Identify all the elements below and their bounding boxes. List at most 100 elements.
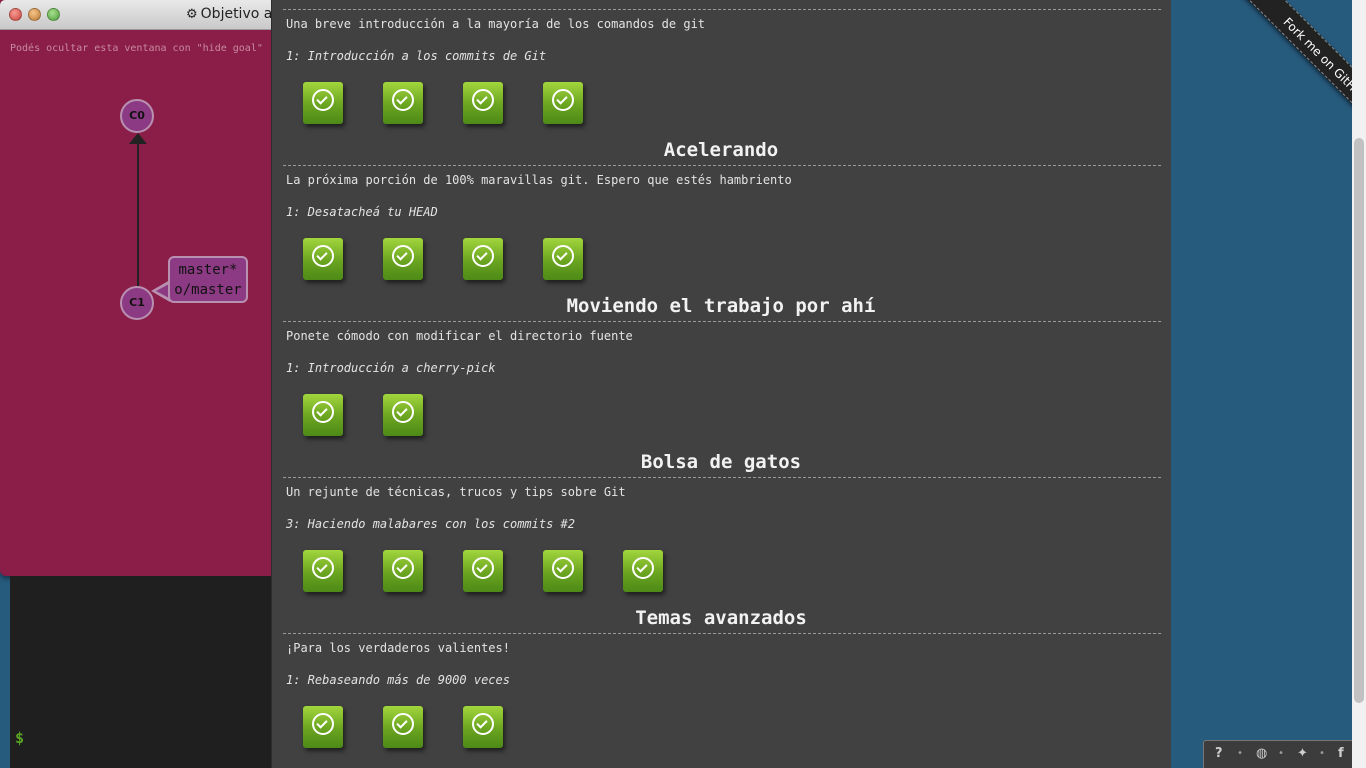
globe-icon[interactable]: ◍ <box>1256 746 1267 761</box>
window-maximize-button[interactable] <box>47 8 60 21</box>
level-button[interactable] <box>463 550 503 592</box>
goal-title: ⚙ Objetivo a c <box>186 6 284 22</box>
check-mark-icon <box>476 93 488 105</box>
sequence-title: Temas avanzados <box>635 607 807 629</box>
sequence-level-name: 1: Introducción a los commits de Git <box>286 49 547 63</box>
sequence-divider <box>283 165 1161 166</box>
sequence-divider <box>283 477 1161 478</box>
level-button[interactable] <box>463 82 503 124</box>
help-icon[interactable]: ? <box>1215 746 1223 761</box>
level-button[interactable] <box>543 82 583 124</box>
level-button[interactable] <box>303 394 343 436</box>
level-button[interactable] <box>543 550 583 592</box>
sequence-divider <box>283 9 1161 10</box>
sequence-level-name: 3: Haciendo malabares con los commits #2 <box>286 517 575 531</box>
sequence-description: Ponete cómodo con modificar el directori… <box>286 329 633 343</box>
gear-icon: ⚙ <box>186 7 198 22</box>
check-mark-icon <box>396 405 408 417</box>
sequence-level-name: 1: Desatacheá tu HEAD <box>286 205 438 219</box>
twitter-icon[interactable]: ✦ <box>1297 746 1308 761</box>
check-circle-icon <box>472 89 494 111</box>
check-circle-icon <box>552 89 574 111</box>
edge-arrow <box>129 133 147 144</box>
check-circle-icon <box>392 401 414 423</box>
goal-hint: Podés ocultar esta ventana con "hide goa… <box>10 43 263 54</box>
check-circle-icon <box>312 89 334 111</box>
check-circle-icon <box>392 89 414 111</box>
level-button[interactable] <box>623 550 663 592</box>
check-mark-icon <box>476 717 488 729</box>
sequence-title: Moviendo el trabajo por ahí <box>566 295 876 317</box>
level-button[interactable] <box>303 82 343 124</box>
sequence-title: Bolsa de gatos <box>640 451 802 473</box>
separator-dot: • <box>1319 748 1326 759</box>
sequence-description: La próxima porción de 100% maravillas gi… <box>286 173 792 187</box>
commit-edge <box>137 143 139 287</box>
check-circle-icon <box>472 557 494 579</box>
check-mark-icon <box>556 561 568 573</box>
branch-label-o-master: o/master <box>174 282 242 298</box>
check-mark-icon <box>316 249 328 261</box>
check-circle-icon <box>552 245 574 267</box>
window-close-button[interactable] <box>9 8 22 21</box>
check-circle-icon <box>312 713 334 735</box>
sequence-divider <box>283 633 1161 634</box>
scrollbar[interactable] <box>1352 0 1366 768</box>
sequence-level-name: 1: Introducción a cherry-pick <box>286 361 496 375</box>
check-mark-icon <box>556 249 568 261</box>
level-button[interactable] <box>383 394 423 436</box>
check-circle-icon <box>392 713 414 735</box>
check-circle-icon <box>312 401 334 423</box>
terminal-prompt: $ <box>15 729 25 747</box>
level-button[interactable] <box>543 238 583 280</box>
level-button[interactable] <box>383 550 423 592</box>
terminal[interactable]: $ <box>10 576 272 768</box>
check-circle-icon <box>392 245 414 267</box>
goal-titlebar[interactable]: ⚙ Objetivo a c <box>0 0 284 30</box>
window-minimize-button[interactable] <box>28 8 41 21</box>
commit-node-c1: C1 <box>120 286 154 320</box>
branch-tag: master* o/master <box>168 256 248 303</box>
level-button[interactable] <box>463 706 503 748</box>
check-mark-icon <box>316 561 328 573</box>
level-select-panel: Una breve introducción a la mayoría de l… <box>271 0 1171 768</box>
facebook-icon[interactable]: f <box>1338 746 1344 761</box>
check-circle-icon <box>392 557 414 579</box>
scrollbar-thumb[interactable] <box>1354 138 1364 703</box>
check-mark-icon <box>396 249 408 261</box>
level-button[interactable] <box>383 706 423 748</box>
goal-window: ⚙ Objetivo a c Podés ocultar esta ventana… <box>0 0 284 576</box>
sequence-divider <box>283 321 1161 322</box>
check-mark-icon <box>316 405 328 417</box>
commit-node-c0: C0 <box>120 99 154 133</box>
level-button[interactable] <box>383 82 423 124</box>
check-mark-icon <box>476 249 488 261</box>
sequence-description: ¡Para los verdaderos valientes! <box>286 641 510 655</box>
check-circle-icon <box>632 557 654 579</box>
check-circle-icon <box>472 713 494 735</box>
icon-bar: ? • ◍ • ✦ • f <box>1203 740 1352 768</box>
check-mark-icon <box>316 93 328 105</box>
level-button[interactable] <box>303 238 343 280</box>
sequence-description: Una breve introducción a la mayoría de l… <box>286 17 706 31</box>
fork-ribbon-label[interactable]: Fork me on GitHub <box>1239 0 1352 146</box>
sequence-title: Acelerando <box>663 139 779 161</box>
level-button[interactable] <box>303 550 343 592</box>
check-circle-icon <box>312 245 334 267</box>
check-circle-icon <box>312 557 334 579</box>
branch-label-master: master* <box>178 262 238 278</box>
check-mark-icon <box>636 561 648 573</box>
level-button[interactable] <box>383 238 423 280</box>
check-mark-icon <box>556 93 568 105</box>
sequence-description: Un rejunte de técnicas, trucos y tips so… <box>286 485 626 499</box>
fork-ribbon[interactable]: Fork me on GitHub <box>1206 0 1352 146</box>
level-button[interactable] <box>463 238 503 280</box>
separator-dot: • <box>1237 748 1244 759</box>
check-mark-icon <box>396 561 408 573</box>
check-circle-icon <box>552 557 574 579</box>
level-button[interactable] <box>303 706 343 748</box>
check-circle-icon <box>472 245 494 267</box>
sequence-level-name: 1: Rebaseando más de 9000 veces <box>286 673 510 687</box>
check-mark-icon <box>396 717 408 729</box>
check-mark-icon <box>396 93 408 105</box>
